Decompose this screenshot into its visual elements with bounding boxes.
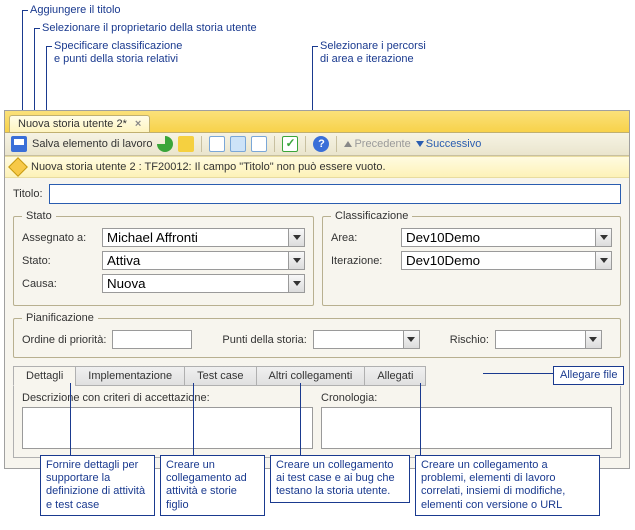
toolbar-separator [201,136,202,152]
area-label: Area: [331,232,401,244]
assegnato-label: Assegnato a: [22,232,102,244]
refresh-icon[interactable] [157,136,173,152]
callout-paths: Selezionare i percorsi di area e iterazi… [320,40,426,66]
assegnato-combo[interactable] [102,228,305,247]
chevron-down-icon[interactable] [288,228,305,247]
callout-box-dettagli: Fornire dettagli per supportare la defin… [40,455,155,516]
chevron-down-icon[interactable] [595,228,612,247]
toolbar: Salva elemento di lavoro ? Precedente Su… [5,133,629,156]
save-button[interactable]: Salva elemento di lavoro [32,138,152,150]
iterazione-input[interactable] [401,251,595,270]
callout-line [22,10,28,11]
rischio-combo[interactable] [495,330,602,349]
descrizione-input[interactable] [22,407,313,449]
callout-add-title: Aggiungere il titolo [30,4,121,17]
causa-input[interactable] [102,274,288,293]
message-bar: Nuova storia utente 2 : TF20012: Il camp… [5,156,629,178]
stato-combo[interactable] [102,251,305,270]
toolbar-separator [305,136,306,152]
rischio-input[interactable] [495,330,585,349]
callout-line [420,383,421,455]
tab-implementazione[interactable]: Implementazione [75,366,184,386]
punti-combo[interactable] [313,330,420,349]
doc2-icon[interactable] [251,136,267,152]
descrizione-label: Descrizione con criteri di accettazione: [22,392,313,404]
callout-box-implementazione: Creare un collegamento ad attività e sto… [160,455,265,516]
title-input[interactable] [49,184,621,204]
close-icon[interactable]: × [135,118,141,130]
document-tab[interactable]: Nuova storia utente 2* × [9,115,150,132]
validate-icon[interactable] [282,136,298,152]
chevron-down-icon[interactable] [585,330,602,349]
callout-box-testcase: Creare un collegamento ai test case e ai… [270,455,410,503]
toolbar-separator [274,136,275,152]
causa-combo[interactable] [102,274,305,293]
callout-line [34,28,40,29]
document-tabbar: Nuova storia utente 2* × [5,111,629,133]
callout-line [300,383,301,455]
prev-label: Precedente [354,138,410,150]
pianificazione-legend: Pianificazione [22,312,98,324]
assegnato-input[interactable] [102,228,288,247]
iterazione-combo[interactable] [401,251,612,270]
chevron-down-icon[interactable] [595,251,612,270]
causa-label: Causa: [22,278,102,290]
title-label: Titolo: [13,188,43,200]
stato-label: Stato: [22,255,102,267]
app-window: Nuova storia utente 2* × Salva elemento … [4,110,630,469]
details-panel: Descrizione con criteri di accettazione:… [13,386,621,458]
callout-line [46,46,52,47]
stato-input[interactable] [102,251,288,270]
undo-icon[interactable] [178,136,194,152]
arrow-up-icon [344,141,352,147]
chevron-down-icon[interactable] [403,330,420,349]
punti-label: Punti della storia: [222,334,306,346]
stato-group: Stato Assegnato a: Stato: Cau [13,210,314,306]
iterazione-label: Iterazione: [331,255,401,267]
warning-icon [8,157,28,177]
area-combo[interactable] [401,228,612,247]
cronologia-input[interactable] [321,407,612,449]
doc-icon[interactable] [209,136,225,152]
area-input[interactable] [401,228,595,247]
callout-box-altri: Creare un collegamento a problemi, eleme… [415,455,600,516]
tab-altri[interactable]: Altri collegamenti [256,366,365,386]
tab-testcase[interactable]: Test case [184,366,255,386]
callout-line [70,383,71,455]
toolbar-separator [336,136,337,152]
callout-line [312,46,318,47]
cronologia-label: Cronologia: [321,392,612,404]
next-button[interactable]: Successivo [416,138,482,150]
callout-line [193,383,194,455]
rischio-label: Rischio: [450,334,489,346]
save-icon[interactable] [11,136,27,152]
prev-button[interactable]: Precedente [344,138,410,150]
tab-label: Nuova storia utente 2* [18,118,127,130]
chevron-down-icon[interactable] [288,274,305,293]
form-area: Titolo: Stato Assegnato a: Stato: [5,178,629,468]
tab-allegati[interactable]: Allegati [364,366,426,386]
arrow-down-icon [416,141,424,147]
callout-attach: Allegare file [553,366,624,385]
ordine-label: Ordine di priorità: [22,334,106,346]
callout-classification: Specificare classificazione e punti dell… [54,40,182,66]
help-icon[interactable]: ? [313,136,329,152]
detail-tabs: Dettagli Implementazione Test case Altri… [13,366,621,386]
copy-icon[interactable] [230,136,246,152]
message-text: Nuova storia utente 2 : TF20012: Il camp… [31,161,386,173]
stato-legend: Stato [22,210,56,222]
callout-select-owner: Selezionare il proprietario della storia… [42,22,257,35]
pianificazione-group: Pianificazione Ordine di priorità: Punti… [13,312,621,358]
callout-line [483,373,553,374]
classificazione-legend: Classificazione [331,210,412,222]
next-label: Successivo [426,138,482,150]
chevron-down-icon[interactable] [288,251,305,270]
tab-dettagli[interactable]: Dettagli [13,366,75,386]
ordine-input[interactable] [112,330,192,349]
classificazione-group: Classificazione Area: Iterazione: [322,210,621,306]
punti-input[interactable] [313,330,403,349]
